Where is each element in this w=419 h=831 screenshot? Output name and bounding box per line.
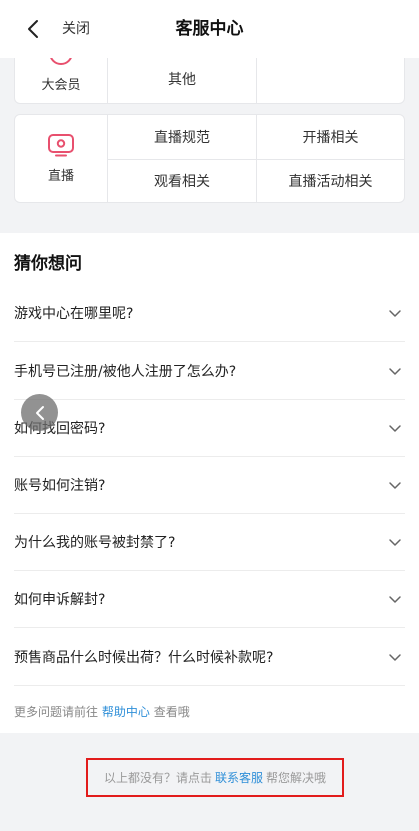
contact-service-link[interactable]: 联系客服 bbox=[215, 769, 263, 786]
chevron-down-icon bbox=[389, 596, 401, 603]
divider bbox=[256, 115, 257, 202]
chevron-down-icon bbox=[389, 654, 401, 661]
header-bar: 关闭 客服中心 bbox=[0, 0, 419, 58]
page-title: 客服中心 bbox=[175, 19, 244, 39]
category-label: 大会员 bbox=[41, 78, 81, 93]
floating-back-button[interactable] bbox=[21, 394, 58, 431]
faq-question: 如何申诉解封? bbox=[14, 592, 106, 608]
faq-question: 预售商品什么时候出荷？什么时候补款呢? bbox=[14, 650, 274, 666]
more-help-line: 更多问题请前往 帮助中心 查看哦 bbox=[14, 703, 190, 720]
category-label: 直播 bbox=[47, 169, 74, 184]
faq-item[interactable]: 手机号已注册/被他人注册了怎么办? bbox=[14, 343, 405, 400]
category-item-start-live[interactable]: 开播相关 bbox=[256, 115, 404, 159]
faq-question: 游戏中心在哪里呢? bbox=[14, 306, 134, 322]
chevron-left-icon bbox=[35, 405, 44, 420]
chevron-down-icon bbox=[389, 425, 401, 432]
category-item-live-rules[interactable]: 直播规范 bbox=[108, 115, 256, 159]
chevron-down-icon bbox=[389, 482, 401, 489]
chevron-down-icon bbox=[389, 310, 401, 317]
category-grid: 直播规范 开播相关 观看相关 直播活动相关 bbox=[108, 115, 404, 202]
faq-question: 手机号已注册/被他人注册了怎么办? bbox=[14, 364, 237, 380]
category-live[interactable]: 直播 bbox=[15, 115, 108, 202]
live-tv-icon bbox=[48, 134, 74, 157]
chevron-down-icon bbox=[389, 539, 401, 546]
faq-item[interactable]: 预售商品什么时候出荷？什么时候补款呢? bbox=[14, 629, 405, 686]
category-item-watching[interactable]: 观看相关 bbox=[108, 159, 256, 202]
chevron-down-icon bbox=[389, 368, 401, 375]
faq-item[interactable]: 为什么我的账号被封禁了? bbox=[14, 514, 405, 571]
faq-item[interactable]: 如何找回密码? bbox=[14, 400, 405, 457]
more-help-suffix: 查看哦 bbox=[153, 705, 190, 719]
guess-section: 猜你想问 游戏中心在哪里呢? 手机号已注册/被他人注册了怎么办? 如何找回密码?… bbox=[0, 233, 419, 733]
faq-question: 为什么我的账号被封禁了? bbox=[14, 535, 176, 551]
category-item-live-events[interactable]: 直播活动相关 bbox=[256, 159, 404, 202]
faq-item[interactable]: 账号如何注销? bbox=[14, 457, 405, 514]
faq-question: 账号如何注销? bbox=[14, 478, 106, 494]
faq-item[interactable]: 如何申诉解封? bbox=[14, 571, 405, 628]
section-title: 猜你想问 bbox=[14, 254, 82, 274]
category-item-other[interactable]: 其他 bbox=[108, 53, 256, 103]
help-center-link[interactable]: 帮助中心 bbox=[102, 705, 150, 719]
more-help-prefix: 更多问题请前往 bbox=[14, 705, 99, 719]
contact-suffix: 帮您解决哦 bbox=[266, 771, 327, 785]
contact-prefix: 以上都没有？请点击 bbox=[103, 771, 212, 785]
category-card-live: 直播 直播规范 开播相关 观看相关 直播活动相关 bbox=[14, 114, 405, 203]
faq-item[interactable]: 游戏中心在哪里呢? bbox=[14, 285, 405, 342]
contact-service-line: 以上都没有？请点击 联系客服 帮您解决哦 bbox=[86, 758, 344, 797]
